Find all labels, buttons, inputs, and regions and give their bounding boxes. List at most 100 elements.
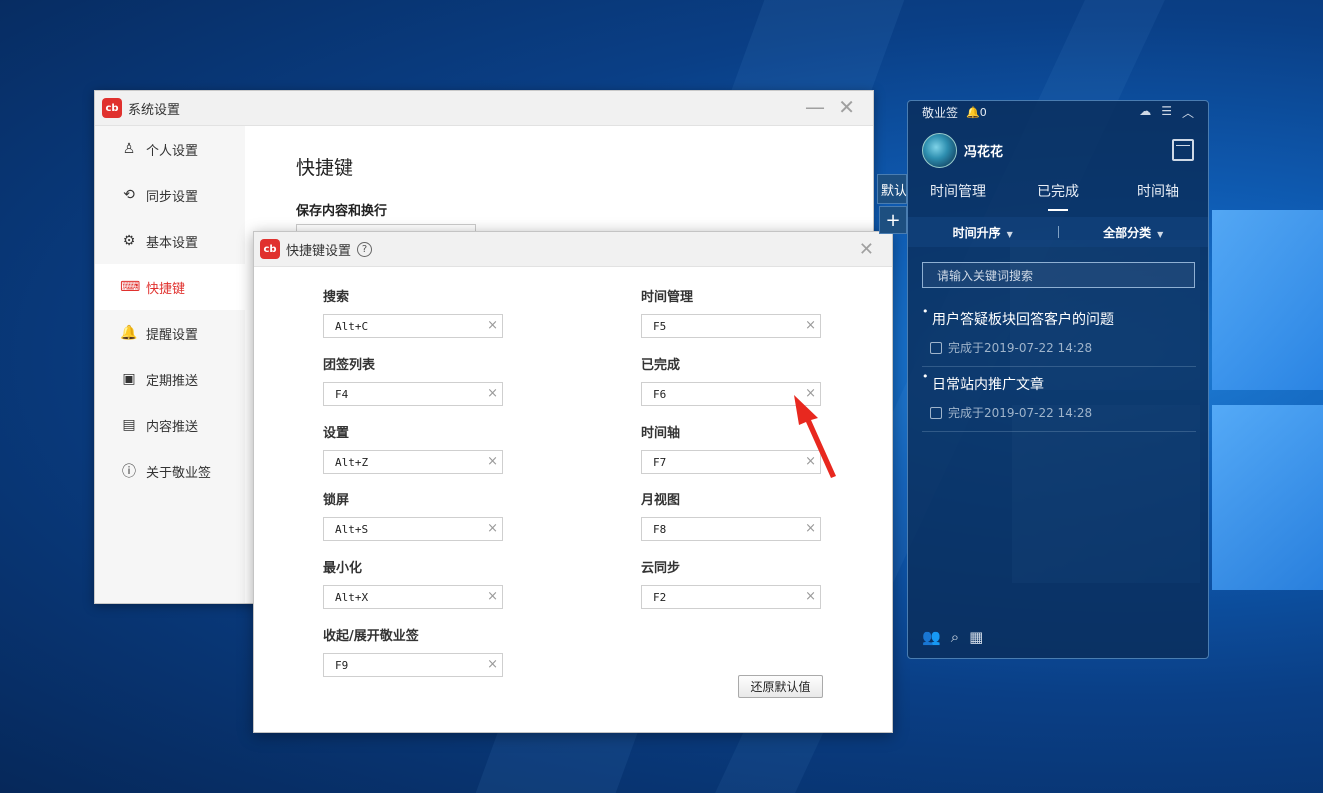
collapse-icon[interactable]: ︿ [1182, 104, 1194, 121]
widget-header: 敬业签 🔔0 ☁ ☰ ︿ [908, 101, 1208, 123]
sidebar-item-label: 基本设置 [146, 235, 199, 251]
user-name: 冯花花 [964, 145, 1004, 160]
shortcut-value: Alt+X [335, 590, 369, 604]
dialog-close-button[interactable]: ✕ [859, 240, 874, 260]
sidebar-item-sync[interactable]: ⟲ 同步设置 [95, 172, 245, 218]
shortcut-input[interactable]: F7 × [641, 450, 821, 474]
clear-icon[interactable]: × [805, 589, 816, 604]
shortcut-input[interactable]: Alt+Z × [323, 450, 503, 474]
shortcut-input[interactable]: F5 × [641, 314, 821, 338]
default-category-tab[interactable]: 默认 [877, 174, 907, 204]
shortcut-value: F8 [653, 522, 667, 536]
clear-icon[interactable]: × [805, 318, 816, 333]
task-item[interactable]: 用户答疑板块回答客户的问题 完成于2019-07-22 14:28 [922, 305, 1196, 367]
window-title: 系统设置 [128, 102, 181, 118]
restore-defaults-button[interactable]: 还原默认值 [738, 675, 823, 698]
add-category-button[interactable]: + [879, 206, 907, 234]
sidebar-item-about[interactable]: ⓘ 关于敬业签 [95, 448, 245, 494]
team-icon[interactable]: 👥 [922, 628, 941, 646]
cloud-icon[interactable]: ☁ [1139, 104, 1151, 121]
search-input[interactable]: 请输入关键词搜索 [922, 262, 1195, 288]
sort-dropdown[interactable]: 时间升序 ▼ [908, 224, 1058, 241]
settings-sidebar: ♙ 个人设置 ⟲ 同步设置 ⚙ 基本设置 ⌨ 快捷键 🔔 提醒设置 ▣ 定期推送… [95, 126, 245, 603]
schedule-icon: ▣ [122, 371, 136, 387]
shortcut-input[interactable]: F4 × [323, 382, 503, 406]
clear-icon[interactable]: × [487, 386, 498, 401]
shortcut-label: 设置 [323, 426, 350, 441]
task-title: 日常站内推广文章 [922, 370, 1196, 394]
gear-icon: ⚙ [122, 233, 136, 249]
shortcut-value: Alt+C [335, 319, 369, 333]
tab-time-management[interactable]: 时间管理 [908, 181, 1008, 211]
menu-icon[interactable]: ☰ [1161, 104, 1172, 121]
shortcut-input[interactable]: F2 × [641, 585, 821, 609]
sidebar-item-content-push[interactable]: ▤ 内容推送 [95, 402, 245, 448]
category-dropdown[interactable]: 全部分类 ▼ [1059, 224, 1209, 241]
shortcut-value: F7 [653, 455, 667, 469]
search-icon[interactable]: ⌕ [951, 628, 959, 646]
shortcut-input[interactable]: Alt+C × [323, 314, 503, 338]
shortcut-input[interactable]: F8 × [641, 517, 821, 541]
shortcut-cloud-sync: 云同步 F2 × [641, 557, 821, 609]
shortcut-input[interactable]: F6 × [641, 382, 821, 406]
content-icon: ▤ [122, 417, 136, 433]
sidebar-item-reminder[interactable]: 🔔 提醒设置 [95, 310, 245, 356]
shortcut-input[interactable]: F9 × [323, 653, 503, 677]
dialog-title: 快捷键设置 [286, 243, 352, 259]
sidebar-item-label: 提醒设置 [146, 327, 199, 343]
shortcut-team-list: 团签列表 F4 × [323, 354, 503, 406]
shortcut-label: 已完成 [641, 358, 681, 373]
sidebar-item-label: 同步设置 [146, 189, 199, 205]
bell-icon: 🔔 [120, 325, 138, 341]
tab-timeline[interactable]: 时间轴 [1108, 181, 1208, 211]
minimize-button[interactable]: — [805, 97, 825, 117]
calendar-icon[interactable] [1172, 139, 1194, 161]
shortcut-time-management: 时间管理 F5 × [641, 286, 821, 338]
filter-bar: 时间升序 ▼ 全部分类 ▼ [908, 217, 1208, 247]
clear-icon[interactable]: × [487, 454, 498, 469]
task-title: 用户答疑板块回答客户的问题 [922, 305, 1196, 329]
user-profile[interactable]: 冯花花 [922, 133, 1003, 168]
shortcut-value: Alt+S [335, 522, 369, 536]
sidebar-item-personal[interactable]: ♙ 个人设置 [95, 126, 245, 172]
notification-bell-icon[interactable]: 🔔0 [966, 106, 987, 119]
task-completed-time: 完成于2019-07-22 14:28 [948, 341, 1093, 355]
clear-icon[interactable]: × [805, 454, 816, 469]
clear-icon[interactable]: × [805, 386, 816, 401]
shortcut-input[interactable]: Alt+X × [323, 585, 503, 609]
shortcut-completed: 已完成 F6 × [641, 354, 821, 406]
keyboard-icon: ⌨ [120, 279, 141, 295]
widget-footer: 👥 ⌕ ▦ [922, 628, 983, 646]
help-icon[interactable]: ? [357, 241, 373, 257]
clear-icon[interactable]: × [805, 521, 816, 536]
sidebar-item-label: 个人设置 [146, 143, 199, 159]
sidebar-item-scheduled-push[interactable]: ▣ 定期推送 [95, 356, 245, 402]
shortcut-value: F6 [653, 387, 667, 401]
clear-icon[interactable]: × [487, 318, 498, 333]
tab-completed[interactable]: 已完成 [1008, 181, 1108, 211]
shortcut-value: F4 [335, 387, 349, 401]
avatar[interactable] [922, 133, 957, 168]
task-item[interactable]: 日常站内推广文章 完成于2019-07-22 14:28 [922, 370, 1196, 432]
completed-icon [930, 341, 942, 354]
chevron-down-icon: ▼ [1006, 229, 1013, 239]
shortcut-toggle-app: 收起/展开敬业签 F9 × [323, 625, 503, 677]
shortcut-input[interactable]: Alt+S × [323, 517, 503, 541]
close-button[interactable]: ✕ [838, 97, 855, 117]
clear-icon[interactable]: × [487, 521, 498, 536]
notes-icon[interactable]: ▦ [969, 628, 983, 646]
shortcut-label: 团签列表 [323, 358, 376, 373]
clear-icon[interactable]: × [487, 657, 498, 672]
sidebar-item-label: 内容推送 [146, 419, 199, 435]
sidebar-item-label: 快捷键 [146, 281, 186, 297]
sidebar-item-shortcuts[interactable]: ⌨ 快捷键 [95, 264, 245, 310]
shortcut-dialog: cb 快捷键设置 ? ✕ 搜索 Alt+C × 团签列表 F4 × 设置 Alt… [253, 231, 893, 733]
task-completed-time: 完成于2019-07-22 14:28 [948, 406, 1093, 420]
clear-icon[interactable]: × [487, 589, 498, 604]
shortcut-lock-screen: 锁屏 Alt+S × [323, 489, 503, 541]
app-logo: cb [102, 98, 122, 118]
shortcut-label: 时间轴 [641, 426, 681, 441]
shortcut-value: F9 [335, 658, 349, 672]
system-settings-titlebar: cb 系统设置 — ✕ [95, 91, 873, 126]
sidebar-item-basic[interactable]: ⚙ 基本设置 [95, 218, 245, 264]
